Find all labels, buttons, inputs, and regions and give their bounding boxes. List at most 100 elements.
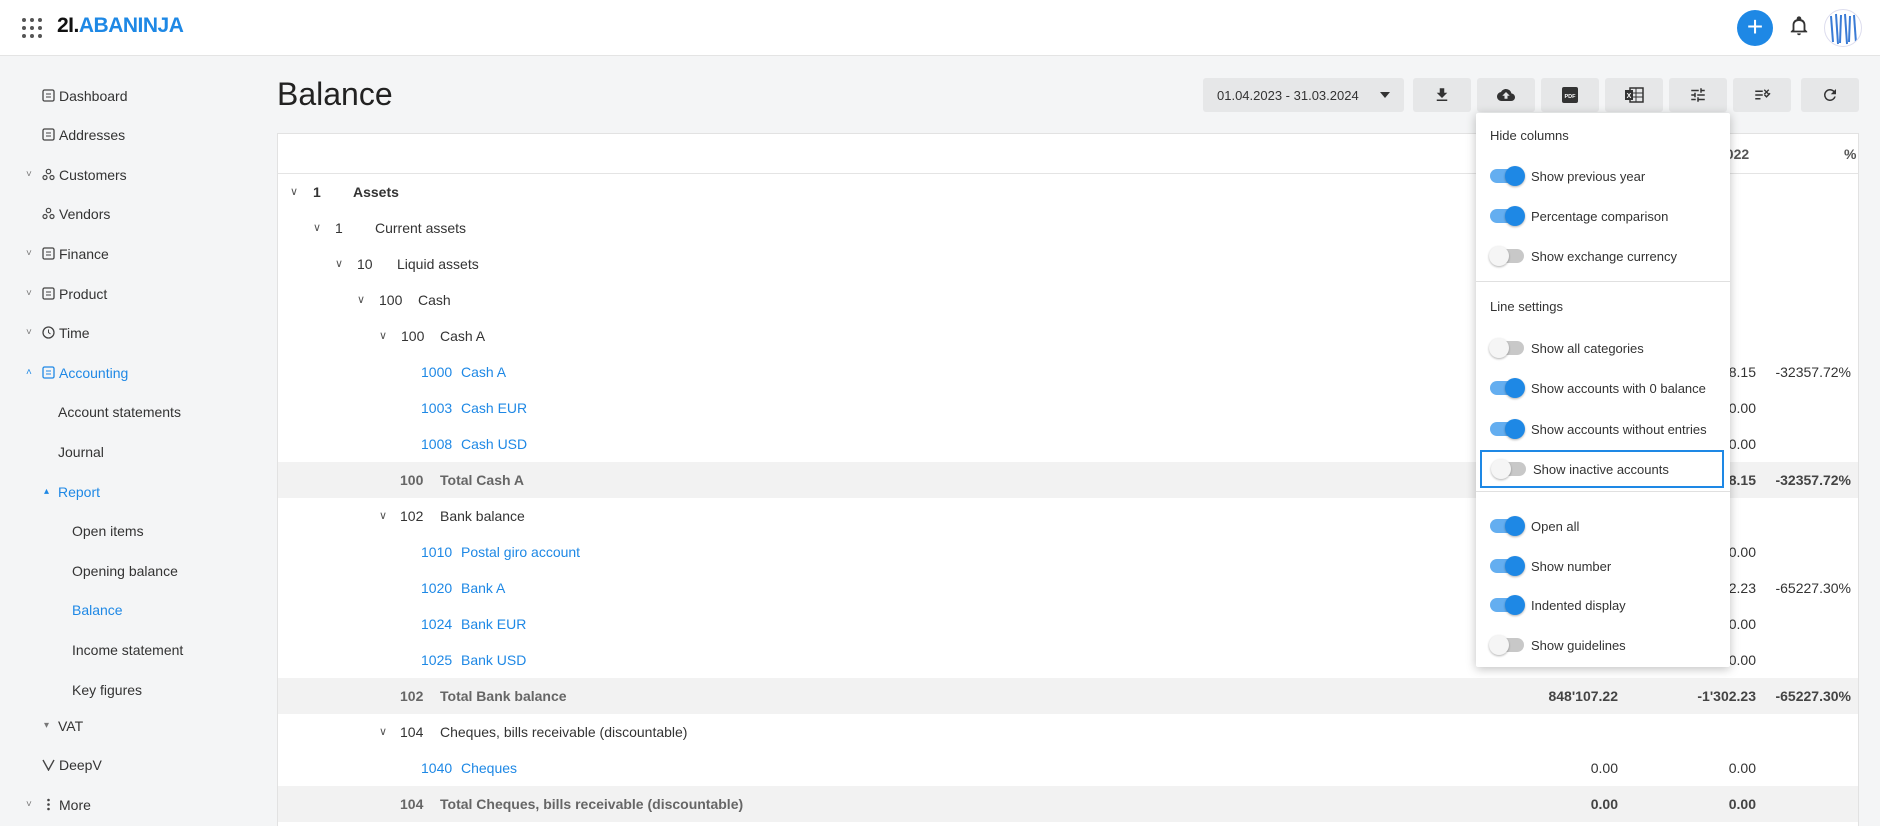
total-row: 102 Total Bank balance 848'107.22 -1'302.23…	[278, 678, 1858, 714]
collapse-chevron-icon[interactable]: ∨	[290, 174, 298, 210]
excel-export-button[interactable]: X	[1605, 78, 1663, 112]
collapse-chevron-icon[interactable]: ∨	[335, 246, 343, 282]
bell-icon[interactable]	[1788, 14, 1810, 38]
column-settings-button[interactable]	[1669, 78, 1727, 112]
column-header-percent[interactable]: %	[1844, 146, 1856, 162]
account-label[interactable]: Cash A	[461, 354, 506, 390]
collapse-chevron-icon[interactable]: ∨	[357, 282, 365, 318]
toggle-show-accounts-without-entries[interactable]: Show accounts without entries	[1490, 417, 1716, 441]
account-label[interactable]: Bank USD	[461, 642, 526, 678]
toggle-switch[interactable]	[1489, 246, 1524, 266]
toggle-knob	[1505, 419, 1525, 439]
toggle-knob	[1489, 635, 1509, 655]
account-label: Bank balance	[440, 508, 525, 524]
account-number: 102	[400, 508, 424, 524]
toggle-switch[interactable]	[1490, 378, 1525, 398]
sidebar-item-open-items[interactable]: Open items	[72, 520, 144, 542]
sidebar-item-journal[interactable]: Journal	[58, 441, 104, 463]
toggle-switch[interactable]	[1490, 166, 1525, 186]
account-label[interactable]: Bank EUR	[461, 606, 526, 642]
sidebar-item-vendors[interactable]: Vendors	[42, 203, 110, 225]
toggle-switch[interactable]	[1490, 556, 1525, 576]
toggle-switch[interactable]	[1489, 338, 1524, 358]
account-row[interactable]: 1040 Cheques 0.00 0.00	[278, 750, 1858, 786]
table-settings-panel: Hide columns Show previous year Percentag…	[1476, 113, 1730, 667]
collapse-chevron-icon[interactable]: ∨	[379, 318, 387, 354]
value-prev: 0.00	[1728, 436, 1756, 452]
refresh-icon	[1823, 88, 1836, 101]
sidebar-item-customers[interactable]: ˅ Customers	[26, 164, 127, 186]
collapse-chevron-icon[interactable]: ∨	[379, 498, 387, 534]
account-label[interactable]: Cash EUR	[461, 390, 527, 426]
date-range-select[interactable]: 01.04.2023 - 31.03.2024	[1203, 78, 1404, 112]
toggle-show-inactive-accounts[interactable]: Show inactive accounts	[1480, 450, 1724, 488]
toggle-label: Indented display	[1531, 597, 1626, 613]
sidebar-item-dashboard[interactable]: Dashboard	[42, 85, 128, 107]
toggle-show-guidelines[interactable]: Show guidelines	[1489, 633, 1716, 657]
sidebar-item-addresses[interactable]: Addresses	[42, 124, 125, 146]
sidebar-item-finance[interactable]: ˅ Finance	[26, 243, 109, 265]
account-label[interactable]: Bank A	[461, 570, 505, 606]
more-vertical-icon	[42, 795, 55, 811]
toggle-label: Open all	[1531, 518, 1580, 534]
upload-button[interactable]	[1477, 78, 1535, 112]
toggle-switch[interactable]	[1490, 516, 1525, 536]
toggle-knob	[1505, 378, 1525, 398]
apps-grid-icon[interactable]	[22, 18, 42, 38]
sidebar-item-deepv[interactable]: DeepV	[42, 754, 102, 776]
account-label[interactable]: Postal giro account	[461, 534, 580, 570]
account-number: 104	[400, 796, 424, 812]
value-cur: 0.00	[1590, 760, 1618, 776]
sidebar-item-income-statement[interactable]: Income statement	[72, 639, 183, 661]
collapse-chevron-icon[interactable]: ∨	[379, 714, 387, 750]
sidebar-item-label: Income statement	[72, 642, 184, 658]
toggle-switch[interactable]	[1491, 459, 1526, 479]
toggle-show-accounts-with-0-balance[interactable]: Show accounts with 0 balance	[1490, 376, 1716, 400]
account-label[interactable]: Cash USD	[461, 426, 527, 462]
toggle-show-number[interactable]: Show number	[1490, 554, 1716, 578]
sidebar-item-vat[interactable]: ▾ VAT	[44, 715, 83, 737]
account-number: 104	[400, 724, 424, 740]
toggle-percentage-comparison[interactable]: Percentage comparison	[1490, 204, 1716, 228]
add-button[interactable]: +	[1737, 10, 1773, 46]
refresh-button[interactable]	[1801, 78, 1859, 112]
toggle-switch[interactable]	[1490, 206, 1525, 226]
sidebar-item-opening-balance[interactable]: Opening balance	[72, 560, 178, 582]
sidebar-item-balance[interactable]: Balance	[72, 599, 123, 621]
sidebar-item-time[interactable]: ˅ Time	[26, 322, 90, 344]
account-number: 1000	[421, 364, 453, 380]
collapse-chevron-icon[interactable]: ∨	[313, 210, 321, 246]
toggle-show-exchange-currency[interactable]: Show exchange currency	[1489, 244, 1716, 268]
toggle-indented-display[interactable]: Indented display	[1490, 593, 1716, 617]
toggle-switch[interactable]	[1490, 419, 1525, 439]
value-prev: 2.23	[1728, 580, 1756, 596]
sidebar-item-account-statements[interactable]: Account statements	[58, 401, 181, 423]
value-prev: 0.00	[1728, 796, 1756, 812]
toggle-show-previous-year[interactable]: Show previous year	[1490, 164, 1716, 188]
sidebar-item-product[interactable]: ˅ Product	[26, 283, 107, 305]
divider	[1476, 491, 1730, 492]
avatar[interactable]	[1824, 9, 1862, 47]
toggle-switch[interactable]	[1489, 635, 1524, 655]
sidebar-item-key-figures[interactable]: Key figures	[72, 679, 142, 701]
account-number: 100	[400, 472, 424, 488]
toggle-show-all-categories[interactable]: Show all categories	[1489, 336, 1716, 360]
chevron-down-icon: ˅	[26, 799, 32, 810]
sidebar-item-label: Accounting	[59, 365, 129, 381]
value-prev: 0.00	[1728, 544, 1756, 560]
toggle-knob	[1505, 516, 1525, 536]
toggle-switch[interactable]	[1490, 595, 1525, 615]
toggle-open-all[interactable]: Open all	[1490, 514, 1716, 538]
app-logo[interactable]: 2I.ABANINJA	[57, 14, 184, 38]
sidebar-item-report[interactable]: ▴ Report	[44, 481, 100, 503]
account-label[interactable]: Cheques	[461, 750, 517, 786]
pdf-export-button[interactable]: PDF	[1541, 78, 1599, 112]
sidebar-item-label: Finance	[59, 246, 109, 262]
dashboard-icon	[42, 86, 55, 102]
sidebar-item-more[interactable]: ˅ More	[26, 794, 91, 816]
sidebar-item-label: Opening balance	[72, 563, 178, 579]
download-button[interactable]	[1413, 78, 1471, 112]
toggle-label: Show previous year	[1531, 168, 1646, 184]
sidebar-item-accounting[interactable]: ˄ Accounting	[26, 362, 129, 384]
line-settings-button[interactable]	[1733, 78, 1791, 112]
